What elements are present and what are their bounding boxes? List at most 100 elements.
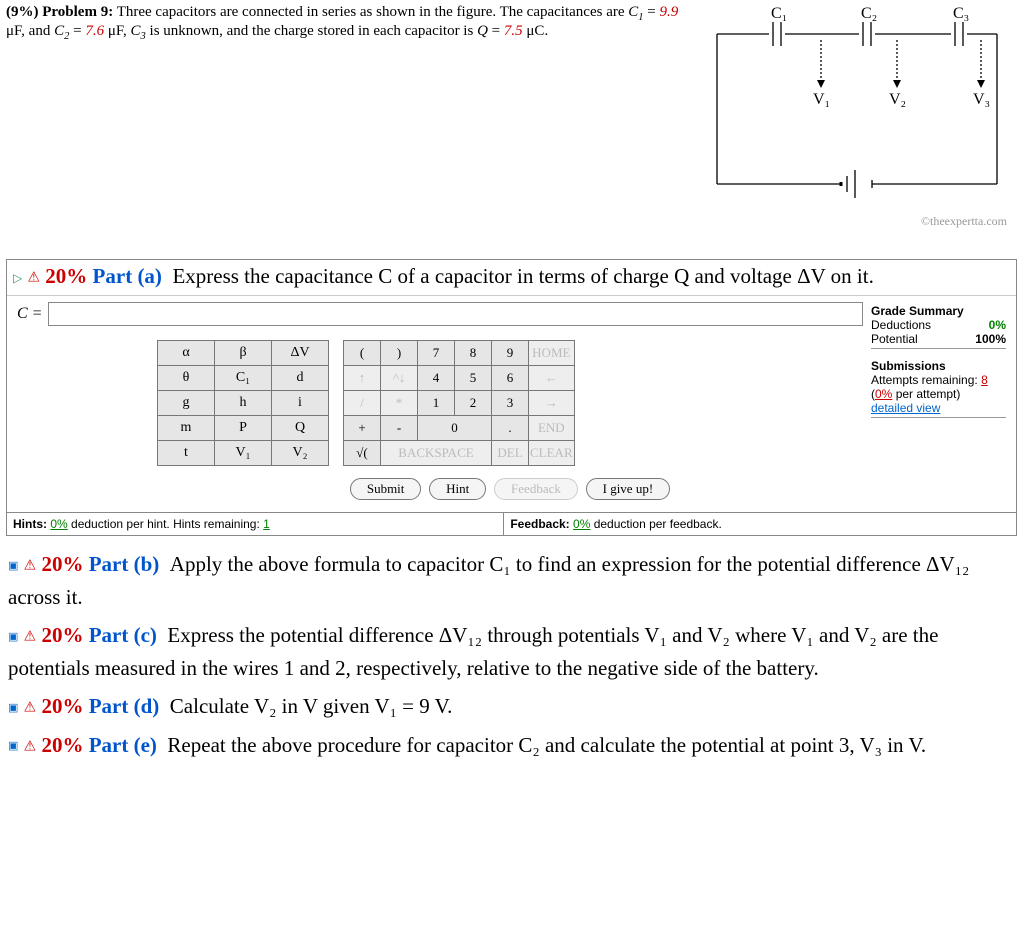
- part-b-pct: 20%: [41, 552, 83, 576]
- hints-remaining[interactable]: 1: [263, 517, 270, 531]
- key-8[interactable]: 8: [455, 341, 492, 366]
- key-rparen[interactable]: ): [381, 341, 418, 366]
- key-div[interactable]: /: [344, 391, 381, 416]
- key-beta[interactable]: β: [215, 341, 272, 366]
- expand-icon[interactable]: ▷: [13, 271, 22, 286]
- part-c[interactable]: ▣ ⚠ 20% Part (c) Express the potential d…: [8, 619, 1015, 684]
- key-deltav[interactable]: ΔV: [272, 341, 329, 366]
- other-parts: ▣ ⚠ 20% Part (b) Apply the above formula…: [6, 536, 1017, 767]
- key-dot[interactable]: .: [492, 416, 529, 441]
- collapse-icon[interactable]: ▣: [8, 629, 18, 646]
- key-p[interactable]: P: [215, 416, 272, 441]
- key-end[interactable]: END: [529, 416, 575, 441]
- val-c1: 9.9: [660, 4, 679, 20]
- copyright: ©theexpertta.com: [6, 214, 1017, 229]
- symbol-keys: αβΔV θC₁d ghi mPQ tV₁V₂: [157, 340, 329, 466]
- key-mul[interactable]: *: [381, 391, 418, 416]
- part-b[interactable]: ▣ ⚠ 20% Part (b) Apply the above formula…: [8, 548, 1015, 613]
- part-d-pct: 20%: [41, 694, 83, 718]
- circuit-diagram: C₁ C₂ C₃ V₁ V₂ V₃: [697, 4, 1017, 214]
- feedback-button[interactable]: Feedback: [494, 478, 578, 500]
- label-c2: C₂: [861, 5, 877, 22]
- key-alpha[interactable]: α: [158, 341, 215, 366]
- key-0[interactable]: 0: [418, 416, 492, 441]
- per-attempt-text: per attempt): [896, 387, 961, 401]
- key-c1[interactable]: C₁: [215, 366, 272, 391]
- hints-bar: Hints: 0% deduction per hint. Hints rema…: [7, 512, 1016, 535]
- detailed-view-link[interactable]: detailed view: [871, 401, 940, 415]
- key-v2[interactable]: V₂: [272, 441, 329, 466]
- key-5[interactable]: 5: [455, 366, 492, 391]
- part-a-text: Express the capacitance C of a capacitor…: [172, 264, 873, 288]
- key-backspace[interactable]: BACKSPACE: [381, 441, 492, 466]
- key-1[interactable]: 1: [418, 391, 455, 416]
- warning-icon: ⚠: [24, 558, 37, 573]
- key-m[interactable]: m: [158, 416, 215, 441]
- problem-number: Problem 9:: [42, 4, 113, 20]
- attempts-text: Attempts remaining:: [871, 373, 978, 387]
- feedback-pct[interactable]: 0%: [573, 517, 590, 531]
- key-3[interactable]: 3: [492, 391, 529, 416]
- key-minus[interactable]: -: [381, 416, 418, 441]
- warning-icon: ⚠: [27, 271, 40, 286]
- key-d[interactable]: d: [272, 366, 329, 391]
- key-lparen[interactable]: (: [344, 341, 381, 366]
- collapse-icon[interactable]: ▣: [8, 738, 18, 755]
- key-h[interactable]: h: [215, 391, 272, 416]
- hint-button[interactable]: Hint: [429, 478, 486, 500]
- key-v1[interactable]: V₁: [215, 441, 272, 466]
- part-c-pct: 20%: [41, 623, 83, 647]
- key-9[interactable]: 9: [492, 341, 529, 366]
- giveup-button[interactable]: I give up!: [586, 478, 671, 500]
- key-6[interactable]: 6: [492, 366, 529, 391]
- label-v3: V₃: [973, 91, 990, 108]
- unit-uf-2: μF,: [104, 23, 130, 39]
- collapse-icon[interactable]: ▣: [8, 558, 18, 575]
- attempts-remaining[interactable]: 8: [981, 373, 988, 387]
- hints-pct[interactable]: 0%: [50, 517, 67, 531]
- key-i[interactable]: i: [272, 391, 329, 416]
- key-g[interactable]: g: [158, 391, 215, 416]
- part-e[interactable]: ▣ ⚠ 20% Part (e) Repeat the above proced…: [8, 729, 1015, 762]
- part-a-panel: ▷ ⚠ 2 0% Part (a) Express the capacitance…: [6, 259, 1017, 536]
- val-c2: 7.6: [85, 23, 104, 39]
- key-exp[interactable]: ^↓: [381, 366, 418, 391]
- per-attempt-pct[interactable]: 0%: [875, 387, 892, 401]
- key-del[interactable]: DEL: [492, 441, 529, 466]
- answer-input[interactable]: [48, 302, 863, 326]
- key-4[interactable]: 4: [418, 366, 455, 391]
- key-clear[interactable]: CLEAR: [529, 441, 575, 466]
- part-e-text: Repeat the above procedure for capacitor…: [167, 733, 926, 757]
- key-plus[interactable]: +: [344, 416, 381, 441]
- part-d[interactable]: ▣ ⚠ 20% Part (d) Calculate V₂ in V given…: [8, 690, 1015, 723]
- key-left[interactable]: ←: [529, 366, 575, 391]
- label-v2: V₂: [889, 91, 906, 108]
- key-right[interactable]: →: [529, 391, 575, 416]
- key-home[interactable]: HOME: [529, 341, 575, 366]
- collapse-icon[interactable]: ▣: [8, 700, 18, 717]
- key-up[interactable]: ↑: [344, 366, 381, 391]
- unit-uf-1: μF, and: [6, 23, 54, 39]
- key-sqrt[interactable]: √(: [344, 441, 381, 466]
- eq: =: [69, 23, 85, 39]
- key-q[interactable]: Q: [272, 416, 329, 441]
- warning-icon: ⚠: [24, 629, 37, 644]
- key-theta[interactable]: θ: [158, 366, 215, 391]
- part-a-label: Part (a): [93, 264, 162, 288]
- key-t[interactable]: t: [158, 441, 215, 466]
- potential-label: Potential: [871, 332, 918, 346]
- submit-button[interactable]: Submit: [350, 478, 422, 500]
- hints-label: Hints:: [13, 517, 47, 531]
- deductions-label: Deductions: [871, 318, 931, 332]
- problem-text: (9%) Problem 9: Three capacitors are con…: [6, 4, 697, 42]
- var-c1: C: [628, 4, 638, 20]
- keypad: αβΔV θC₁d ghi mPQ tV₁V₂ ()789HOME ↑^↓456…: [157, 340, 863, 466]
- grade-sidebar: Grade Summary Deductions 0% Potential 100%…: [863, 302, 1006, 500]
- potential-value: 100%: [975, 332, 1006, 346]
- key-7[interactable]: 7: [418, 341, 455, 366]
- grade-header: Grade Summary: [871, 304, 1006, 318]
- key-2[interactable]: 2: [455, 391, 492, 416]
- var-c2: C: [54, 23, 64, 39]
- answer-prefix: C =: [17, 305, 48, 323]
- warning-icon: ⚠: [24, 701, 37, 716]
